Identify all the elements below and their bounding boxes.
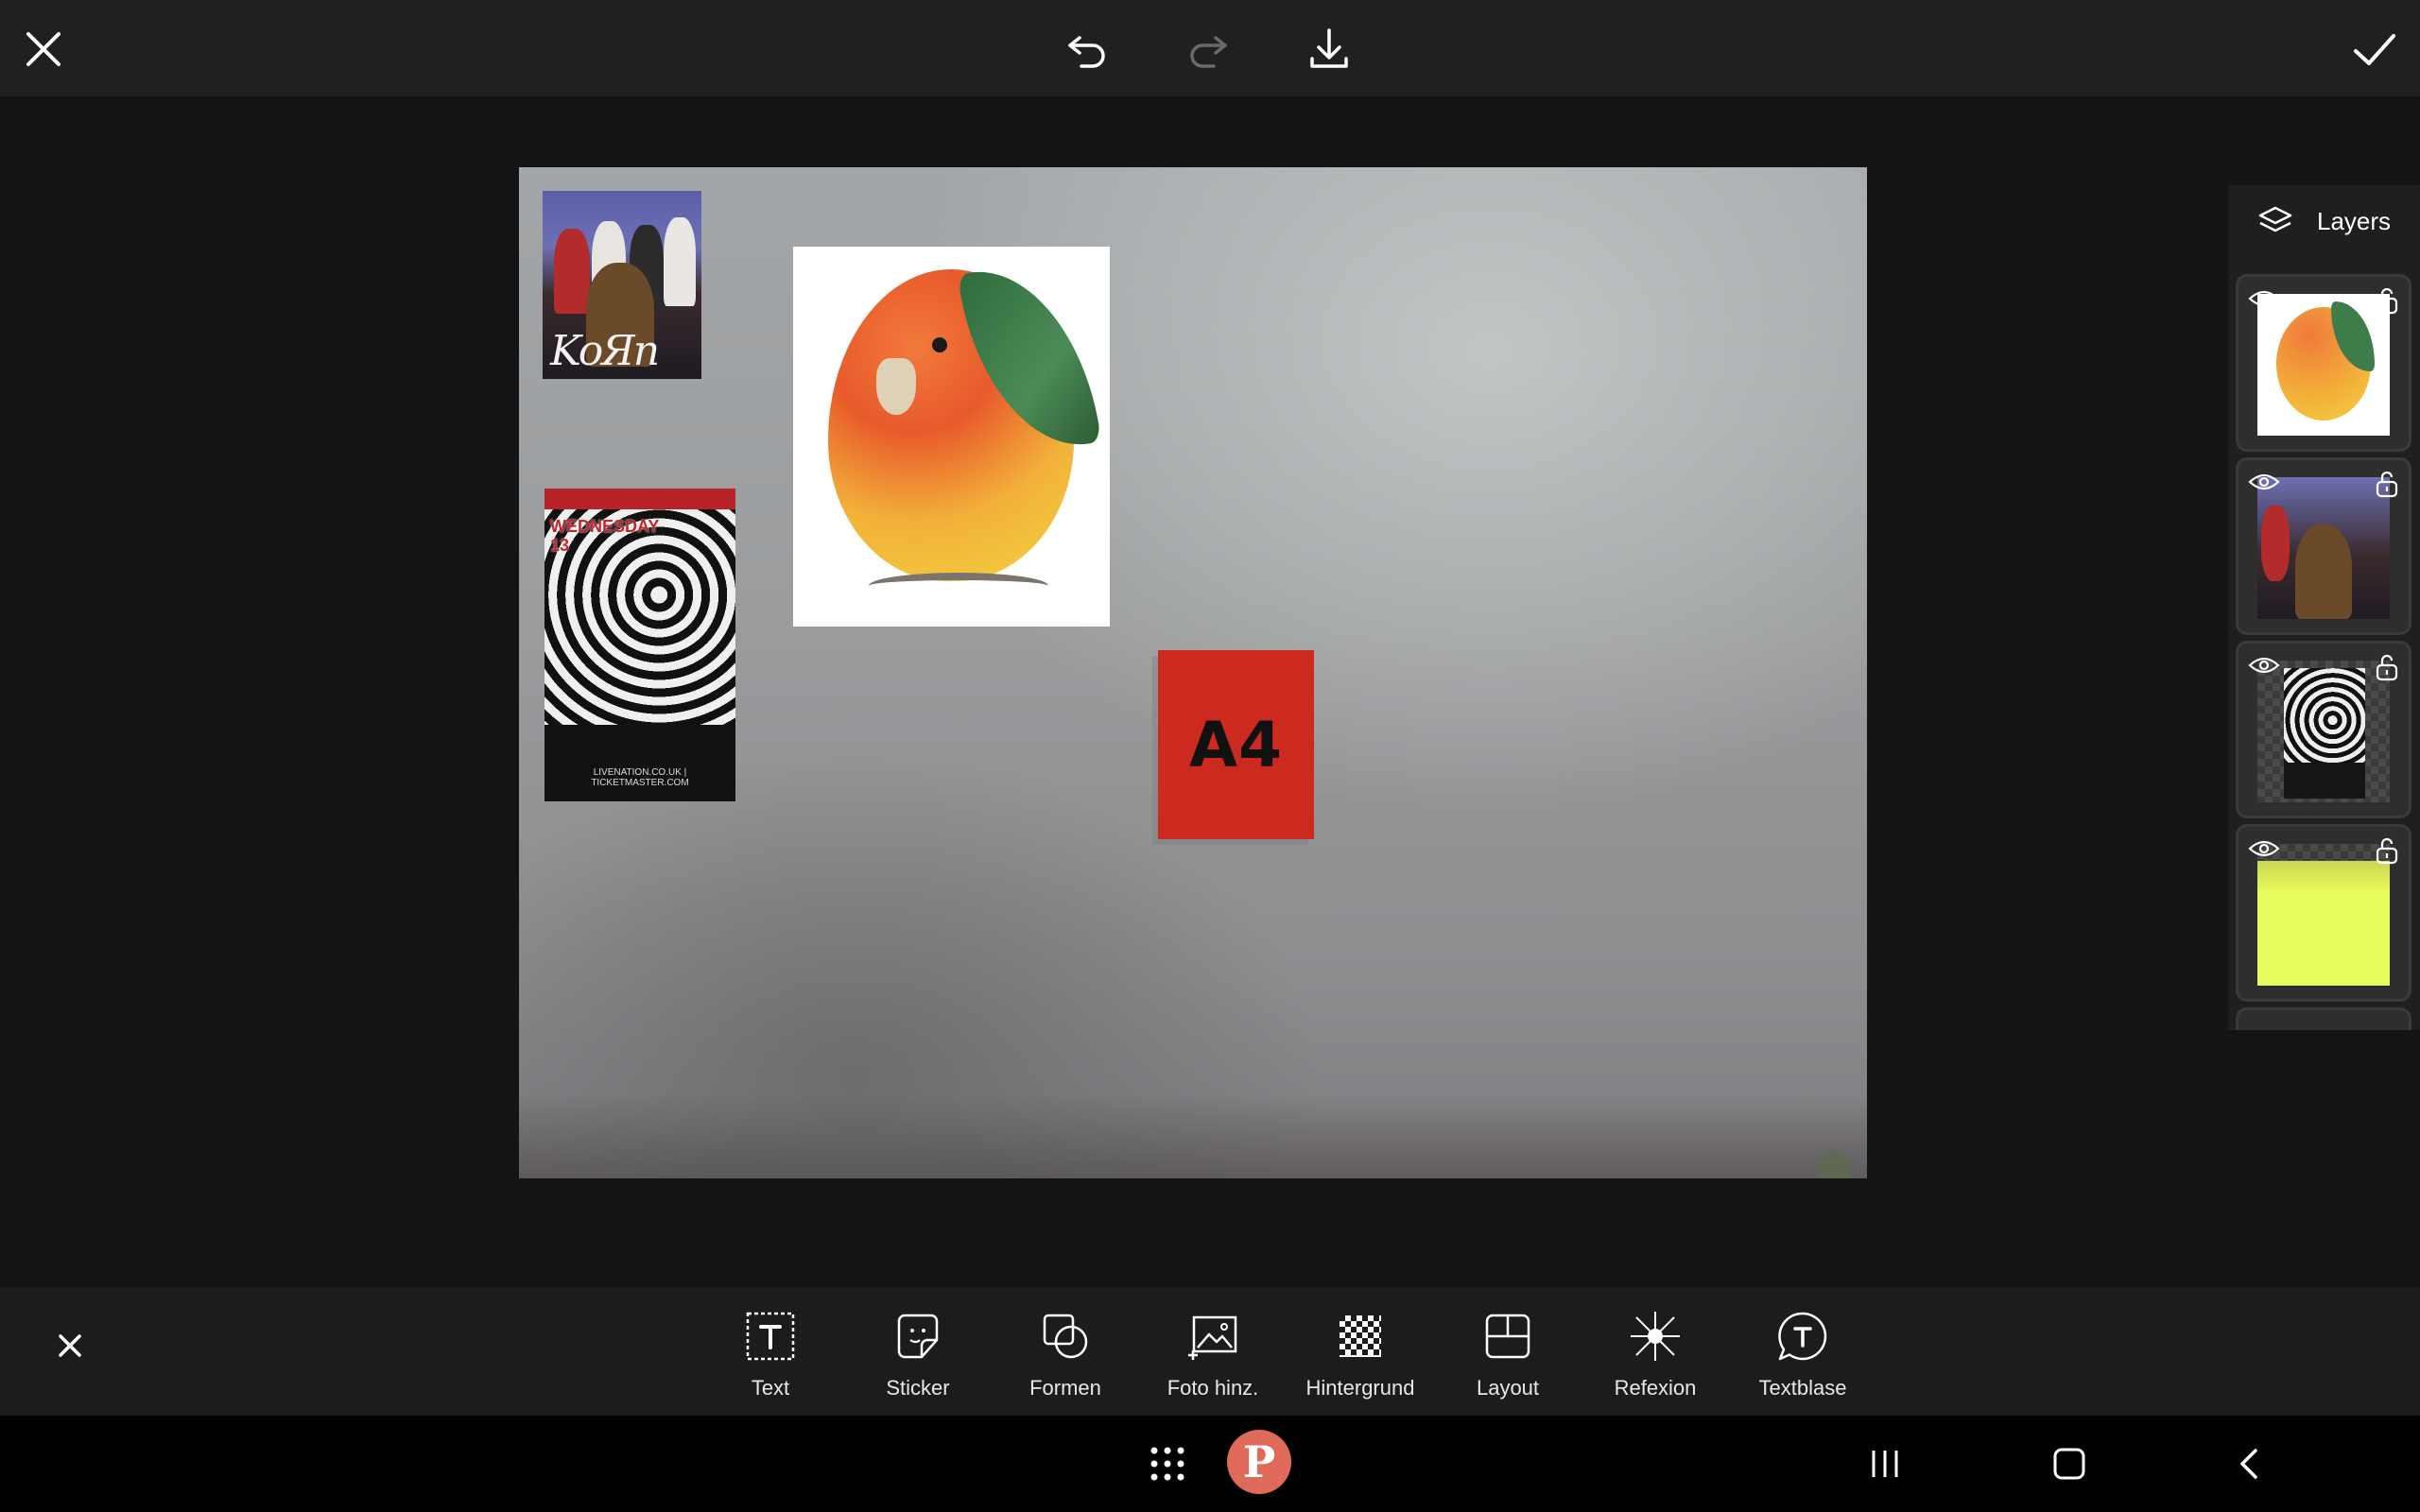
tool-label: Formen <box>1029 1376 1101 1400</box>
undo-icon[interactable] <box>1057 19 1117 79</box>
tool-label: Foto hinz. <box>1167 1376 1259 1400</box>
layers-title: Layers <box>2317 206 2392 235</box>
home-icon[interactable] <box>2049 1435 2089 1493</box>
a4-label: A4 <box>1188 708 1283 782</box>
tool-reflection[interactable]: Refexion <box>1584 1298 1726 1404</box>
shapes-icon <box>1043 1314 1088 1359</box>
check-icon[interactable] <box>2344 19 2405 79</box>
unlock-icon[interactable] <box>2375 836 2399 865</box>
recent-apps-icon[interactable] <box>1868 1435 1902 1493</box>
layer-item-mango-parrot[interactable] <box>2236 274 2411 452</box>
layer-thumbnail <box>2257 294 2390 436</box>
a4-sticker[interactable]: A4 <box>1158 650 1314 839</box>
text-bubble-icon <box>1778 1312 1827 1361</box>
layer-item-korn[interactable] <box>2236 457 2411 635</box>
layers-icon <box>2258 206 2292 232</box>
unlock-icon[interactable] <box>2375 653 2399 681</box>
text-icon <box>746 1312 795 1361</box>
tool-text-bubble[interactable]: Textblase <box>1732 1298 1874 1404</box>
close-tools-icon[interactable] <box>40 1315 100 1376</box>
tool-layout[interactable]: Layout <box>1437 1298 1579 1404</box>
layer-thumbnail <box>2257 477 2390 619</box>
korn-logo-text: KoЯn <box>550 327 660 375</box>
korn-photo-sticker[interactable]: KoЯn <box>543 191 701 379</box>
tool-label: Sticker <box>886 1376 950 1400</box>
layer-item-partial[interactable] <box>2236 1007 2411 1030</box>
concert-poster-sticker[interactable]: WEDNESDAY 13 LIVENATION.CO.UK | TICKETMA… <box>544 489 735 801</box>
layer-item-yellow[interactable] <box>2236 824 2411 1002</box>
unlock-icon[interactable] <box>2375 286 2399 315</box>
poster-footer-text: LIVENATION.CO.UK | TICKETMASTER.COM <box>591 767 689 788</box>
poster-footer-area <box>544 725 735 801</box>
reflection-icon <box>1631 1312 1680 1361</box>
layer-thumbnail <box>2257 844 2390 986</box>
layers-panel: Layers <box>2228 185 2420 1030</box>
visibility-eye-icon[interactable] <box>2248 472 2280 492</box>
download-icon[interactable] <box>1299 19 1359 79</box>
mango-parrot-sticker[interactable] <box>793 247 1110 627</box>
tool-text[interactable]: Text <box>700 1298 841 1404</box>
sticker-icon <box>897 1314 939 1359</box>
visibility-eye-icon[interactable] <box>2248 288 2280 309</box>
layout-icon <box>1485 1314 1530 1359</box>
layer-thumbnail <box>2257 661 2390 802</box>
tool-label: Layout <box>1476 1376 1540 1400</box>
poster-top-band <box>544 489 735 509</box>
layer-item-poster[interactable] <box>2236 641 2411 818</box>
bottom-toolbar: Text Sticker Formen Foto hinz. Hintergru… <box>0 1287 2420 1416</box>
tool-shapes[interactable]: Formen <box>994 1298 1136 1404</box>
tool-label: Textblase <box>1758 1376 1847 1400</box>
tool-add-photo[interactable]: Foto hinz. <box>1142 1298 1284 1404</box>
poster-headline: WEDNESDAY 13 <box>550 517 660 555</box>
close-icon[interactable] <box>13 19 74 79</box>
plant-decoration <box>1782 1122 1867 1178</box>
visibility-eye-icon[interactable] <box>2248 838 2280 859</box>
visibility-eye-icon[interactable] <box>2248 655 2280 676</box>
tool-background[interactable]: Hintergrund <box>1289 1298 1431 1404</box>
unlock-icon[interactable] <box>2375 470 2399 498</box>
parrot-beak <box>876 358 916 415</box>
app-drawer-icon[interactable] <box>1148 1435 1187 1493</box>
tool-sticker[interactable]: Sticker <box>847 1298 989 1404</box>
system-navigation-bar <box>0 1416 2420 1512</box>
tool-label: Text <box>751 1376 790 1400</box>
layers-header[interactable]: Layers <box>2228 185 2420 257</box>
redo-icon[interactable] <box>1178 19 1238 79</box>
tool-label: Hintergrund <box>1305 1376 1415 1400</box>
background-icon <box>1340 1315 1381 1357</box>
add-photo-icon <box>1188 1315 1237 1360</box>
parrot-eye <box>932 337 947 352</box>
top-toolbar <box>0 0 2420 96</box>
back-icon[interactable] <box>2233 1435 2267 1493</box>
pinterest-app-icon[interactable]: P <box>1227 1430 1291 1494</box>
editor-canvas[interactable]: KoЯn WEDNESDAY 13 LIVENATION.CO.UK | TIC… <box>519 167 1867 1178</box>
wall-shadow <box>519 1093 1867 1178</box>
tool-label: Refexion <box>1614 1376 1697 1400</box>
parrot-feet <box>869 573 1048 599</box>
